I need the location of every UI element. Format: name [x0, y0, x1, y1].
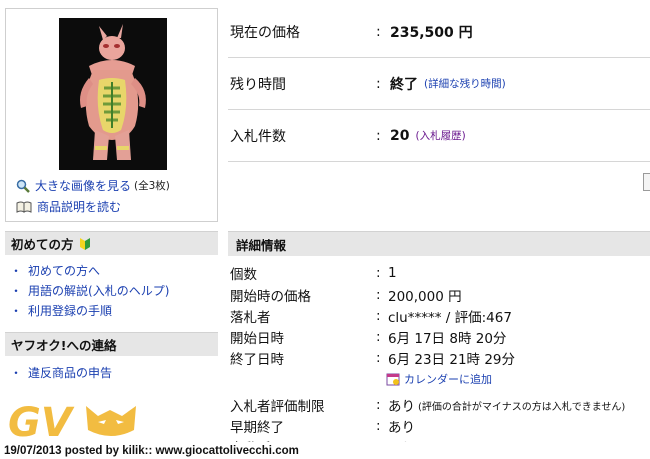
item-image-panel: 大きな画像を見る (全3枚) 商品説明を読む	[5, 8, 218, 222]
read-description-link[interactable]: 商品説明を読む	[16, 198, 121, 215]
add-to-calendar-link[interactable]: カレンダーに追加	[386, 371, 492, 387]
side-link-glossary[interactable]: ・用語の解説(入札のヘルプ)	[10, 282, 169, 299]
side-link-glossary-label: 用語の解説(入札のヘルプ)	[28, 284, 170, 298]
magnifier-icon	[16, 179, 30, 193]
left-column: 大きな画像を見る (全3枚) 商品説明を読む 初めての方 ・初めての方へ ・用語…	[0, 0, 220, 459]
contact-section-title: ヤフオク!への連絡	[11, 338, 117, 353]
details-title: 詳細情報	[236, 237, 287, 253]
detail-label: 個数	[230, 267, 257, 283]
current-price-label: 現在の価格	[230, 24, 300, 41]
detail-row-end-time: 終了日時:6月 23日 21時 29分	[230, 350, 515, 368]
detail-row-start-price: 開始時の価格:200,000 円	[230, 287, 462, 305]
gv-watermark-logo: GV	[8, 400, 136, 442]
detail-label: 開始時の価格	[230, 289, 311, 305]
time-left-label: 残り時間	[230, 76, 286, 93]
contact-section-header: ヤフオク!への連絡	[5, 332, 218, 356]
side-link-report-violation[interactable]: ・違反商品の申告	[10, 364, 112, 381]
view-large-image-label: 大きな画像を見る	[35, 179, 132, 193]
detail-value: clu***** / 評価:467	[388, 310, 512, 326]
detail-value: 6月 23日 21時 29分	[388, 352, 515, 368]
current-price-value: 235,500 円	[390, 24, 473, 41]
detail-value: 6月 17日 8時 20分	[388, 331, 507, 347]
time-detail-link[interactable]: (詳細な残り時間)	[424, 76, 506, 91]
detail-value: 200,000 円	[388, 289, 462, 305]
bid-count-row: 入札件数 : 20 (入札履歴)	[228, 110, 650, 162]
detail-row-quantity: 個数:1	[230, 265, 397, 283]
beginner-section-header: 初めての方	[5, 231, 218, 255]
detail-row-bidder-rating-limit: 入札者評価制限: あり (評価の合計がマイナスの方は入札できません)	[230, 397, 626, 415]
watermark-caption: 19/07/2013 posted by kilik:: www.giocatt…	[0, 442, 650, 459]
time-left-row: 残り時間 : 終了 (詳細な残り時間)	[228, 58, 650, 110]
detail-label: 落札者	[230, 310, 271, 326]
view-large-image-link[interactable]: 大きな画像を見る (全3枚)	[16, 177, 170, 194]
detail-row-early-end: 早期終了: あり	[230, 418, 415, 436]
item-thumbnail[interactable]	[59, 18, 167, 170]
side-link-report-violation-label: 違反商品の申告	[28, 366, 113, 380]
calendar-icon	[386, 373, 400, 386]
add-to-calendar-label: カレンダーに追加	[404, 373, 492, 386]
side-link-registration[interactable]: ・利用登録の手順	[10, 302, 112, 319]
time-left-value: 終了	[390, 76, 418, 93]
detail-value: あり	[388, 399, 415, 415]
side-link-first-time[interactable]: ・初めての方へ	[10, 262, 100, 279]
detail-label: 開始日時	[230, 331, 284, 347]
detail-label: 入札者評価制限	[230, 399, 325, 415]
bid-history-link[interactable]: (入札履歴)	[415, 128, 465, 143]
side-link-first-time-label: 初めての方へ	[28, 264, 101, 278]
detail-row-start-time: 開始日時:6月 17日 8時 20分	[230, 329, 507, 347]
bid-count-label: 入札件数	[230, 128, 286, 145]
detail-value: 1	[388, 265, 397, 281]
beginner-section-title: 初めての方	[11, 237, 74, 252]
scroll-tab[interactable]	[643, 173, 650, 191]
bid-count-value: 20	[390, 127, 410, 144]
detail-value: あり	[388, 420, 415, 436]
side-link-registration-label: 利用登録の手順	[28, 304, 113, 318]
book-icon	[16, 201, 32, 213]
details-header: 詳細情報	[228, 231, 650, 256]
current-price-row: 現在の価格 : 235,500 円	[228, 6, 650, 58]
read-description-label: 商品説明を読む	[37, 200, 122, 214]
detail-label: 終了日時	[230, 352, 284, 368]
image-count: (全3枚)	[134, 180, 170, 192]
monster-figure-image	[59, 18, 167, 170]
gv-logo-text: GV	[8, 400, 75, 442]
beginner-mark-icon	[79, 237, 90, 250]
detail-row-winner: 落札者: clu***** / 評価:467	[230, 308, 512, 326]
detail-label: 早期終了	[230, 420, 284, 436]
detail-note: (評価の合計がマイナスの方は入札できません)	[418, 401, 626, 413]
